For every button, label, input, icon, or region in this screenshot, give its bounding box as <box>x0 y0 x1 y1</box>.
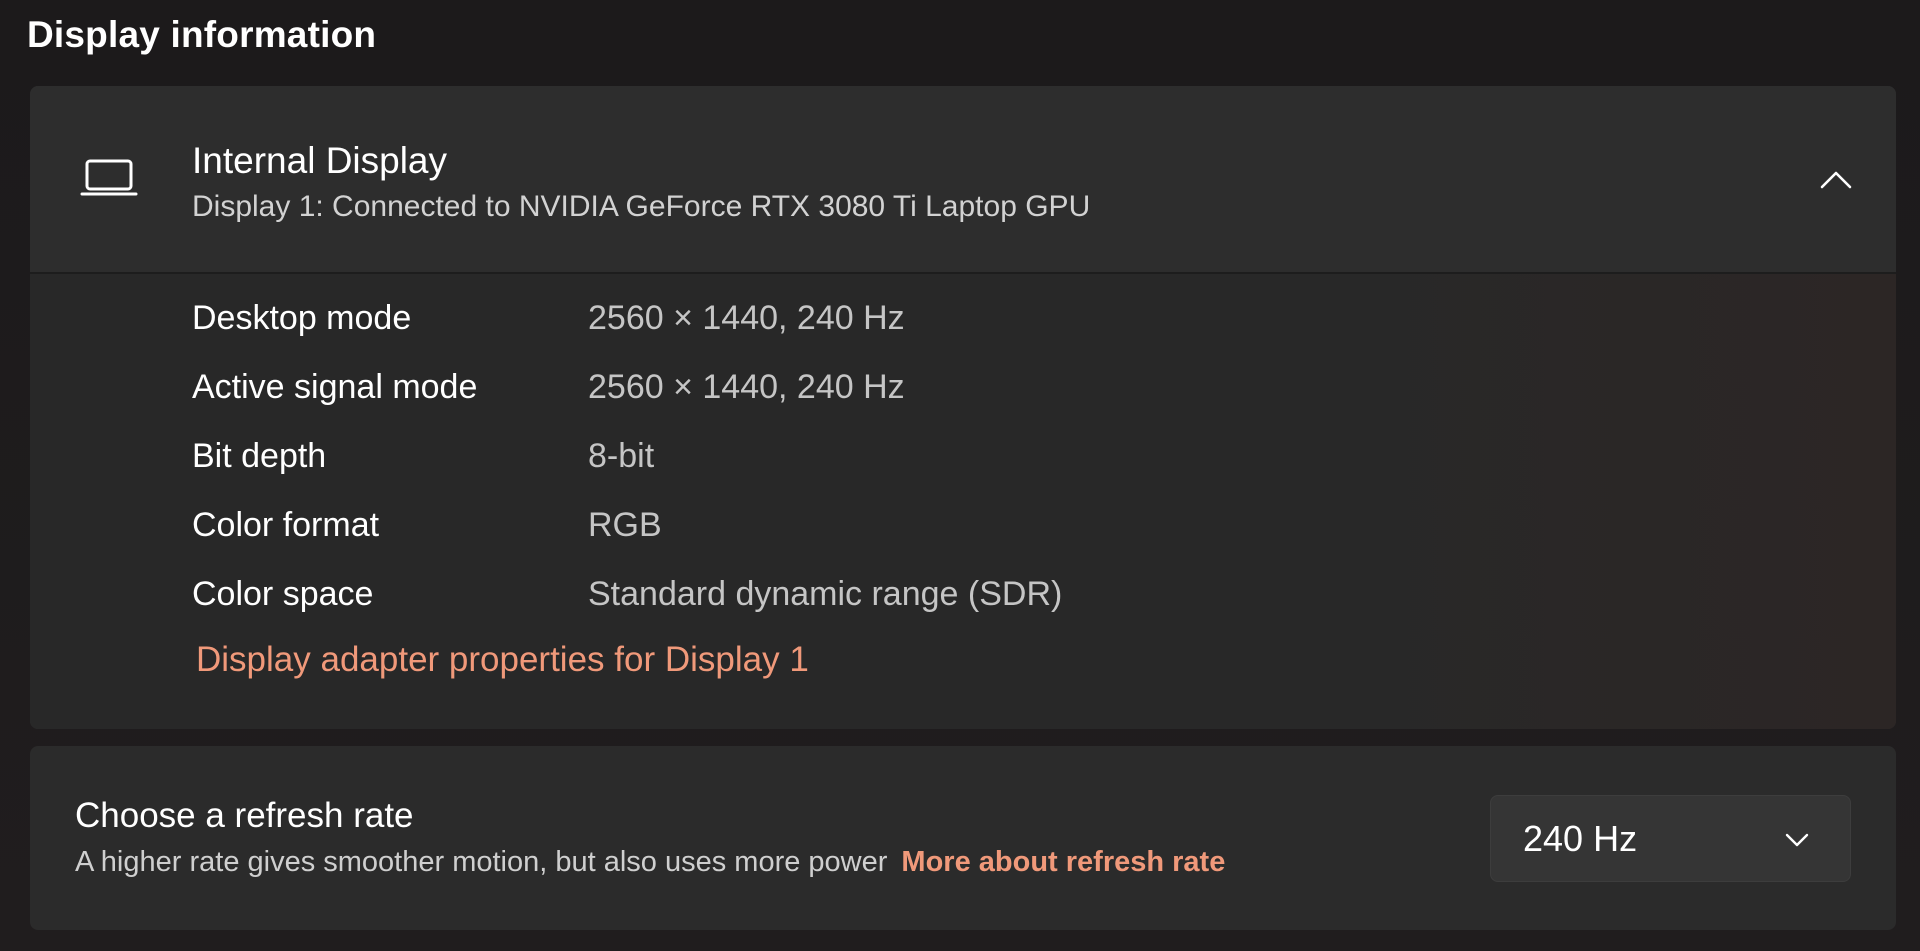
info-label: Bit depth <box>192 436 327 475</box>
info-row-active-signal-mode: Active signal mode 2560 × 1440, 240 Hz <box>192 363 905 411</box>
refresh-rate-dropdown[interactable]: 240 Hz <box>1490 795 1851 882</box>
info-label: Color space <box>192 574 374 613</box>
info-value: 2560 × 1440, 240 Hz <box>588 367 905 406</box>
info-label: Active signal mode <box>192 367 478 406</box>
chevron-up-icon <box>1820 171 1852 189</box>
section-title: Display information <box>27 14 377 55</box>
refresh-rate-description: A higher rate gives smoother motion, but… <box>75 846 1225 879</box>
info-row-bit-depth: Bit depth 8-bit <box>192 432 654 480</box>
laptop-icon <box>80 159 138 196</box>
more-about-refresh-rate-link[interactable]: More about refresh rate <box>901 846 1225 878</box>
chevron-down-icon <box>1785 833 1809 847</box>
refresh-rate-description-text: A higher rate gives smoother motion, but… <box>75 846 888 878</box>
refresh-rate-title: Choose a refresh rate <box>75 796 414 835</box>
display-expander-card: Internal Display Display 1: Connected to… <box>30 86 1896 729</box>
info-row-desktop-mode: Desktop mode 2560 × 1440, 240 Hz <box>192 294 905 342</box>
info-label: Desktop mode <box>192 298 412 337</box>
info-value: 8-bit <box>588 436 655 475</box>
refresh-rate-card: Choose a refresh rate A higher rate give… <box>30 746 1896 930</box>
info-label: Color format <box>192 505 380 544</box>
display-adapter-properties-link[interactable]: Display adapter properties for Display 1 <box>196 640 809 680</box>
info-value: 2560 × 1440, 240 Hz <box>588 298 905 337</box>
display-details: Desktop mode 2560 × 1440, 240 Hz Active … <box>30 274 1896 729</box>
info-row-color-space: Color space Standard dynamic range (SDR) <box>192 570 1062 618</box>
refresh-rate-selected-value: 240 Hz <box>1523 818 1638 859</box>
info-value: Standard dynamic range (SDR) <box>588 574 1063 613</box>
collapse-button[interactable] <box>1812 156 1860 204</box>
display-subtitle: Display 1: Connected to NVIDIA GeForce R… <box>192 190 1091 223</box>
info-value: RGB <box>588 505 662 544</box>
info-row-color-format: Color format RGB <box>192 501 662 549</box>
display-title: Internal Display <box>192 140 448 181</box>
display-expander-header[interactable]: Internal Display Display 1: Connected to… <box>30 86 1896 274</box>
settings-page: Display information Internal Display Dis… <box>0 0 1920 951</box>
